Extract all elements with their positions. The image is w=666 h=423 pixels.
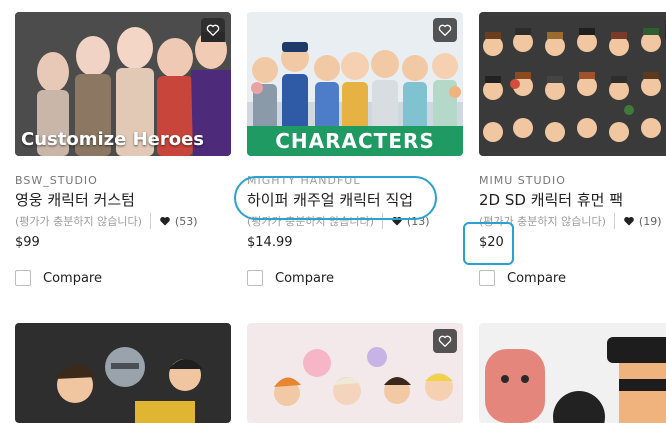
heart-filled-icon (624, 216, 634, 226)
bandit-artwork (479, 323, 666, 423)
thumbnail-banner: CHARACTERS (247, 126, 463, 156)
favorite-button[interactable] (433, 329, 457, 353)
product-thumbnail[interactable]: CHARACTERS (247, 12, 463, 156)
compare-label[interactable]: Compare (43, 271, 102, 286)
product-thumbnail[interactable] (479, 323, 666, 423)
compare-toggle[interactable]: Compare (15, 270, 102, 286)
rating-row: (평가가 충분하지 않습니다) (53) (15, 213, 198, 229)
publisher-name[interactable]: BSW_STUDIO (15, 174, 98, 187)
product-thumbnail[interactable] (15, 323, 231, 423)
publisher-name[interactable]: MIMU STUDIO (479, 174, 566, 187)
favorite-button[interactable] (433, 18, 457, 42)
compare-checkbox[interactable] (479, 270, 495, 286)
heart-outline-icon (438, 335, 452, 347)
price: $99 (15, 235, 40, 250)
product-name[interactable]: 2D SD 캐릭터 휴먼 팩 (479, 189, 623, 210)
sd-characters-artwork (479, 12, 666, 156)
knights-artwork (15, 323, 231, 423)
like-count: (53) (174, 214, 198, 228)
favorite-button[interactable] (201, 18, 225, 42)
like-count: (19) (638, 214, 662, 228)
product-thumbnail[interactable]: Customize Heroes (15, 12, 231, 156)
product-thumbnail[interactable] (247, 323, 463, 423)
divider (613, 213, 615, 229)
heart-filled-icon (160, 216, 170, 226)
price: $14.99 (247, 235, 293, 250)
compare-label[interactable]: Compare (275, 271, 334, 286)
compare-toggle[interactable]: Compare (479, 270, 566, 286)
highlight-oval (234, 176, 437, 220)
cute-characters-artwork (247, 323, 463, 423)
heart-outline-icon (206, 24, 220, 36)
highlight-box (463, 222, 514, 265)
rating-text: (평가가 충분하지 않습니다) (15, 215, 142, 228)
divider (149, 213, 151, 229)
thumbnail-title: Customize Heroes (21, 129, 205, 150)
compare-label[interactable]: Compare (507, 271, 566, 286)
compare-toggle[interactable]: Compare (247, 270, 334, 286)
compare-checkbox[interactable] (15, 270, 31, 286)
product-thumbnail[interactable] (479, 12, 666, 156)
product-name[interactable]: 영웅 캐릭터 커스텀 (15, 189, 135, 210)
compare-checkbox[interactable] (247, 270, 263, 286)
heart-outline-icon (438, 24, 452, 36)
